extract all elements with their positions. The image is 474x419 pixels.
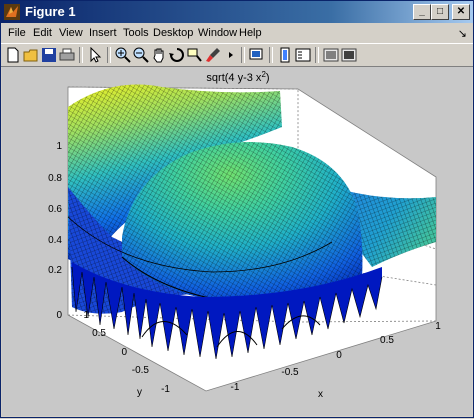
x-axis-label: x <box>318 389 323 400</box>
menu-tools[interactable]: Tools <box>123 27 149 39</box>
show-plot-tools-icon[interactable] <box>323 47 339 63</box>
x-tick: 1 <box>435 321 441 332</box>
x-tick: -1 <box>231 382 240 393</box>
x-tick: 0.5 <box>380 335 394 346</box>
figure-toolbar <box>1 43 473 67</box>
brush-icon[interactable] <box>205 47 221 63</box>
menu-help[interactable]: Help <box>239 27 262 39</box>
dock-arrow-icon[interactable]: ↘ <box>458 27 467 40</box>
figure-window: Figure 1 _ □ ✕ File Edit View Insert Too… <box>0 0 474 418</box>
link-plot-icon[interactable] <box>223 47 239 63</box>
toolbar-separator <box>79 47 83 63</box>
window-title: Figure 1 <box>25 4 76 19</box>
pan-hand-icon[interactable] <box>151 47 167 63</box>
z-axis-ticks: 0 0.2 0.4 0.6 0.8 1 <box>48 141 62 321</box>
menu-edit[interactable]: Edit <box>33 27 52 39</box>
toolbar-separator <box>315 47 319 63</box>
y-axis-label: y <box>137 387 142 398</box>
zoom-in-icon[interactable] <box>115 47 131 63</box>
menu-file[interactable]: File <box>8 27 26 39</box>
menu-desktop[interactable]: Desktop <box>153 27 193 39</box>
open-file-icon[interactable] <box>23 47 39 63</box>
legend-icon[interactable] <box>277 47 293 63</box>
hide-plot-tools-icon[interactable] <box>295 47 311 63</box>
y-tick: -0.5 <box>132 365 150 376</box>
rotate-3d-icon[interactable] <box>169 47 185 63</box>
new-figure-icon[interactable] <box>5 47 21 63</box>
plot-title: sqrt(4 y-3 x2) <box>206 70 269 84</box>
figure-canvas[interactable]: sqrt(4 y-3 x2) 0 0.2 0.4 0.6 0.8 1 1 0.5… <box>2 67 472 416</box>
minimize-button[interactable]: _ <box>413 4 431 20</box>
title-bar[interactable]: Figure 1 _ □ ✕ <box>1 1 473 23</box>
x-tick: -0.5 <box>281 367 299 378</box>
maximize-button[interactable]: □ <box>431 4 449 20</box>
menu-view[interactable]: View <box>59 27 83 39</box>
toolbar-separator <box>269 47 273 63</box>
matlab-logo-icon <box>4 4 20 20</box>
menu-bar: File Edit View Insert Tools Desktop Wind… <box>1 25 473 43</box>
toolbar-separator <box>107 47 111 63</box>
x-tick: 0 <box>336 350 342 361</box>
y-tick: 1 <box>83 310 89 321</box>
z-tick: 0.6 <box>48 204 62 215</box>
colorbar-icon[interactable] <box>249 47 265 63</box>
edit-plot-arrow-icon[interactable] <box>87 47 103 63</box>
y-tick: -1 <box>161 384 170 395</box>
data-cursor-icon[interactable] <box>187 47 203 63</box>
z-tick: 0.4 <box>48 235 62 246</box>
dock-figure-icon[interactable] <box>341 47 357 63</box>
y-tick: 0 <box>121 347 127 358</box>
z-tick: 0.2 <box>48 265 62 276</box>
z-tick: 0 <box>56 310 62 321</box>
zoom-out-icon[interactable] <box>133 47 149 63</box>
menu-window[interactable]: Window <box>198 27 237 39</box>
save-icon[interactable] <box>41 47 57 63</box>
y-tick: 0.5 <box>92 328 106 339</box>
print-icon[interactable] <box>59 47 75 63</box>
surface-plot[interactable]: sqrt(4 y-3 x2) 0 0.2 0.4 0.6 0.8 1 1 0.5… <box>2 67 472 416</box>
z-tick: 0.8 <box>48 173 62 184</box>
menu-insert[interactable]: Insert <box>89 27 117 39</box>
toolbar-separator <box>241 47 245 63</box>
close-button[interactable]: ✕ <box>452 4 470 20</box>
z-tick: 1 <box>56 141 62 152</box>
